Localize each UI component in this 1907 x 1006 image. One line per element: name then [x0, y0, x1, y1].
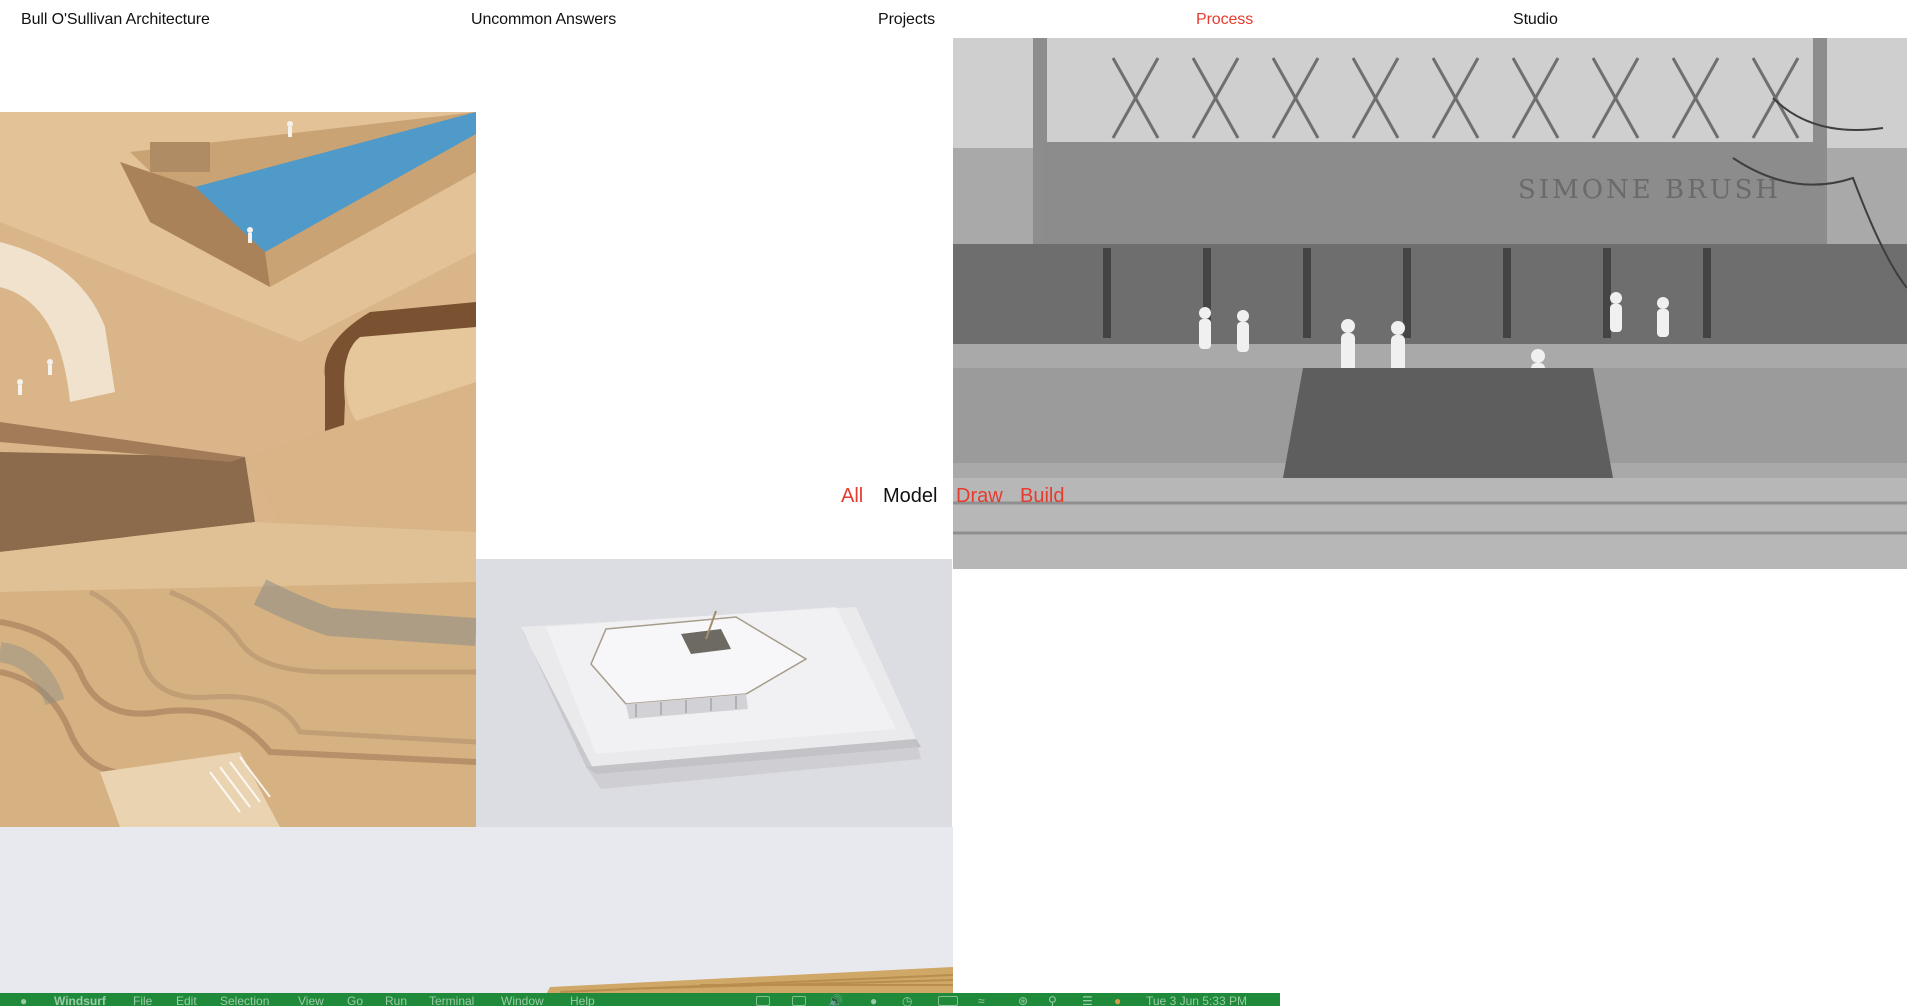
filter-model[interactable]: Model — [883, 484, 937, 508]
filter-build[interactable]: Build — [1020, 484, 1064, 508]
menubar-selection[interactable]: Selection — [220, 995, 269, 1006]
mic-icon[interactable]: ● — [870, 995, 877, 1006]
menubar-view[interactable]: View — [298, 995, 324, 1006]
menubar-app-name[interactable]: Windsurf — [54, 995, 106, 1006]
menubar-terminal[interactable]: Terminal — [429, 995, 474, 1006]
nav-projects[interactable]: Projects — [878, 10, 935, 30]
clock-status-icon[interactable]: ◷ — [902, 995, 912, 1006]
volume-icon[interactable]: 🔊 — [828, 995, 843, 1006]
pavilion-model-graphic — [476, 559, 952, 827]
pavilion-model-image[interactable] — [476, 559, 952, 827]
menubar-run[interactable]: Run — [385, 995, 407, 1006]
topographic-model-image[interactable] — [0, 112, 476, 827]
menubar-edit[interactable]: Edit — [176, 995, 197, 1006]
menubar-window[interactable]: Window — [501, 995, 544, 1006]
avatar-icon[interactable]: ● — [1114, 995, 1121, 1006]
street-model-sign: SIMONE BRUSH — [1518, 175, 1781, 205]
search-icon[interactable]: ⚲ — [1048, 995, 1057, 1006]
menubar-go[interactable]: Go — [347, 995, 363, 1006]
filter-draw[interactable]: Draw — [956, 484, 1003, 508]
bluetooth-icon[interactable]: ⊛ — [1018, 995, 1028, 1006]
wood-model-edge-image[interactable] — [0, 827, 953, 1006]
topographic-model-graphic — [0, 112, 476, 827]
system-menu-bar: ● Windsurf File Edit Selection View Go R… — [0, 993, 1280, 1006]
nav-studio[interactable]: Studio — [1513, 10, 1558, 30]
display-icon[interactable] — [792, 996, 806, 1006]
nav-uncommon-answers[interactable]: Uncommon Answers — [471, 10, 616, 30]
filter-all[interactable]: All — [841, 484, 863, 508]
apple-menu-icon[interactable]: ● — [20, 995, 27, 1006]
nav-process[interactable]: Process — [1196, 10, 1253, 30]
menubar-file[interactable]: File — [133, 995, 152, 1006]
menubar-help[interactable]: Help — [570, 995, 595, 1006]
control-center-icon[interactable]: ☰ — [1082, 995, 1093, 1006]
site-brand-link[interactable]: Bull O'Sullivan Architecture — [21, 10, 210, 30]
wood-model-edge-graphic — [0, 827, 953, 1006]
wifi-icon[interactable]: ≈ — [978, 995, 985, 1006]
screen-icon[interactable] — [756, 996, 770, 1006]
street-model-image[interactable]: SIMONE BRUSH — [953, 38, 1907, 569]
street-model-graphic: SIMONE BRUSH — [953, 38, 1907, 569]
battery-icon[interactable] — [938, 996, 958, 1006]
menubar-clock: Tue 3 Jun 5:33 PM — [1146, 994, 1247, 1006]
